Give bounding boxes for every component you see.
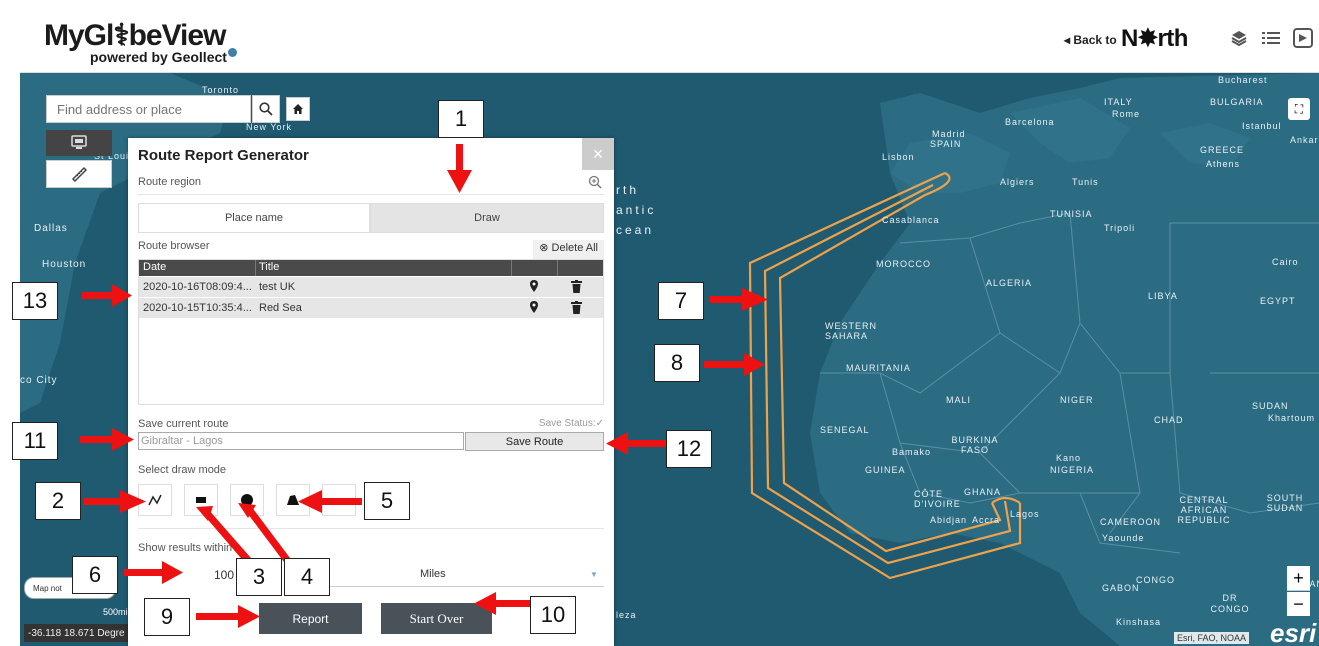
- callout-7: 7: [658, 282, 704, 320]
- callout-1: 1: [438, 100, 484, 138]
- callout-6: 6: [72, 556, 118, 594]
- callout-13: 13: [12, 282, 58, 320]
- callout-4: 4: [284, 558, 330, 596]
- annotation-arrows: [80, 144, 768, 628]
- callout-5: 5: [364, 482, 410, 520]
- callout-2: 2: [35, 482, 81, 520]
- callout-9: 9: [144, 598, 190, 636]
- callout-3: 3: [236, 558, 282, 596]
- callout-10: 10: [530, 596, 576, 634]
- callout-12: 12: [666, 430, 712, 468]
- app-window: MyGl⚕beView powered by Geollect ◂ Back t…: [0, 0, 1319, 646]
- callout-8: 8: [654, 344, 700, 382]
- callout-11: 11: [12, 422, 58, 460]
